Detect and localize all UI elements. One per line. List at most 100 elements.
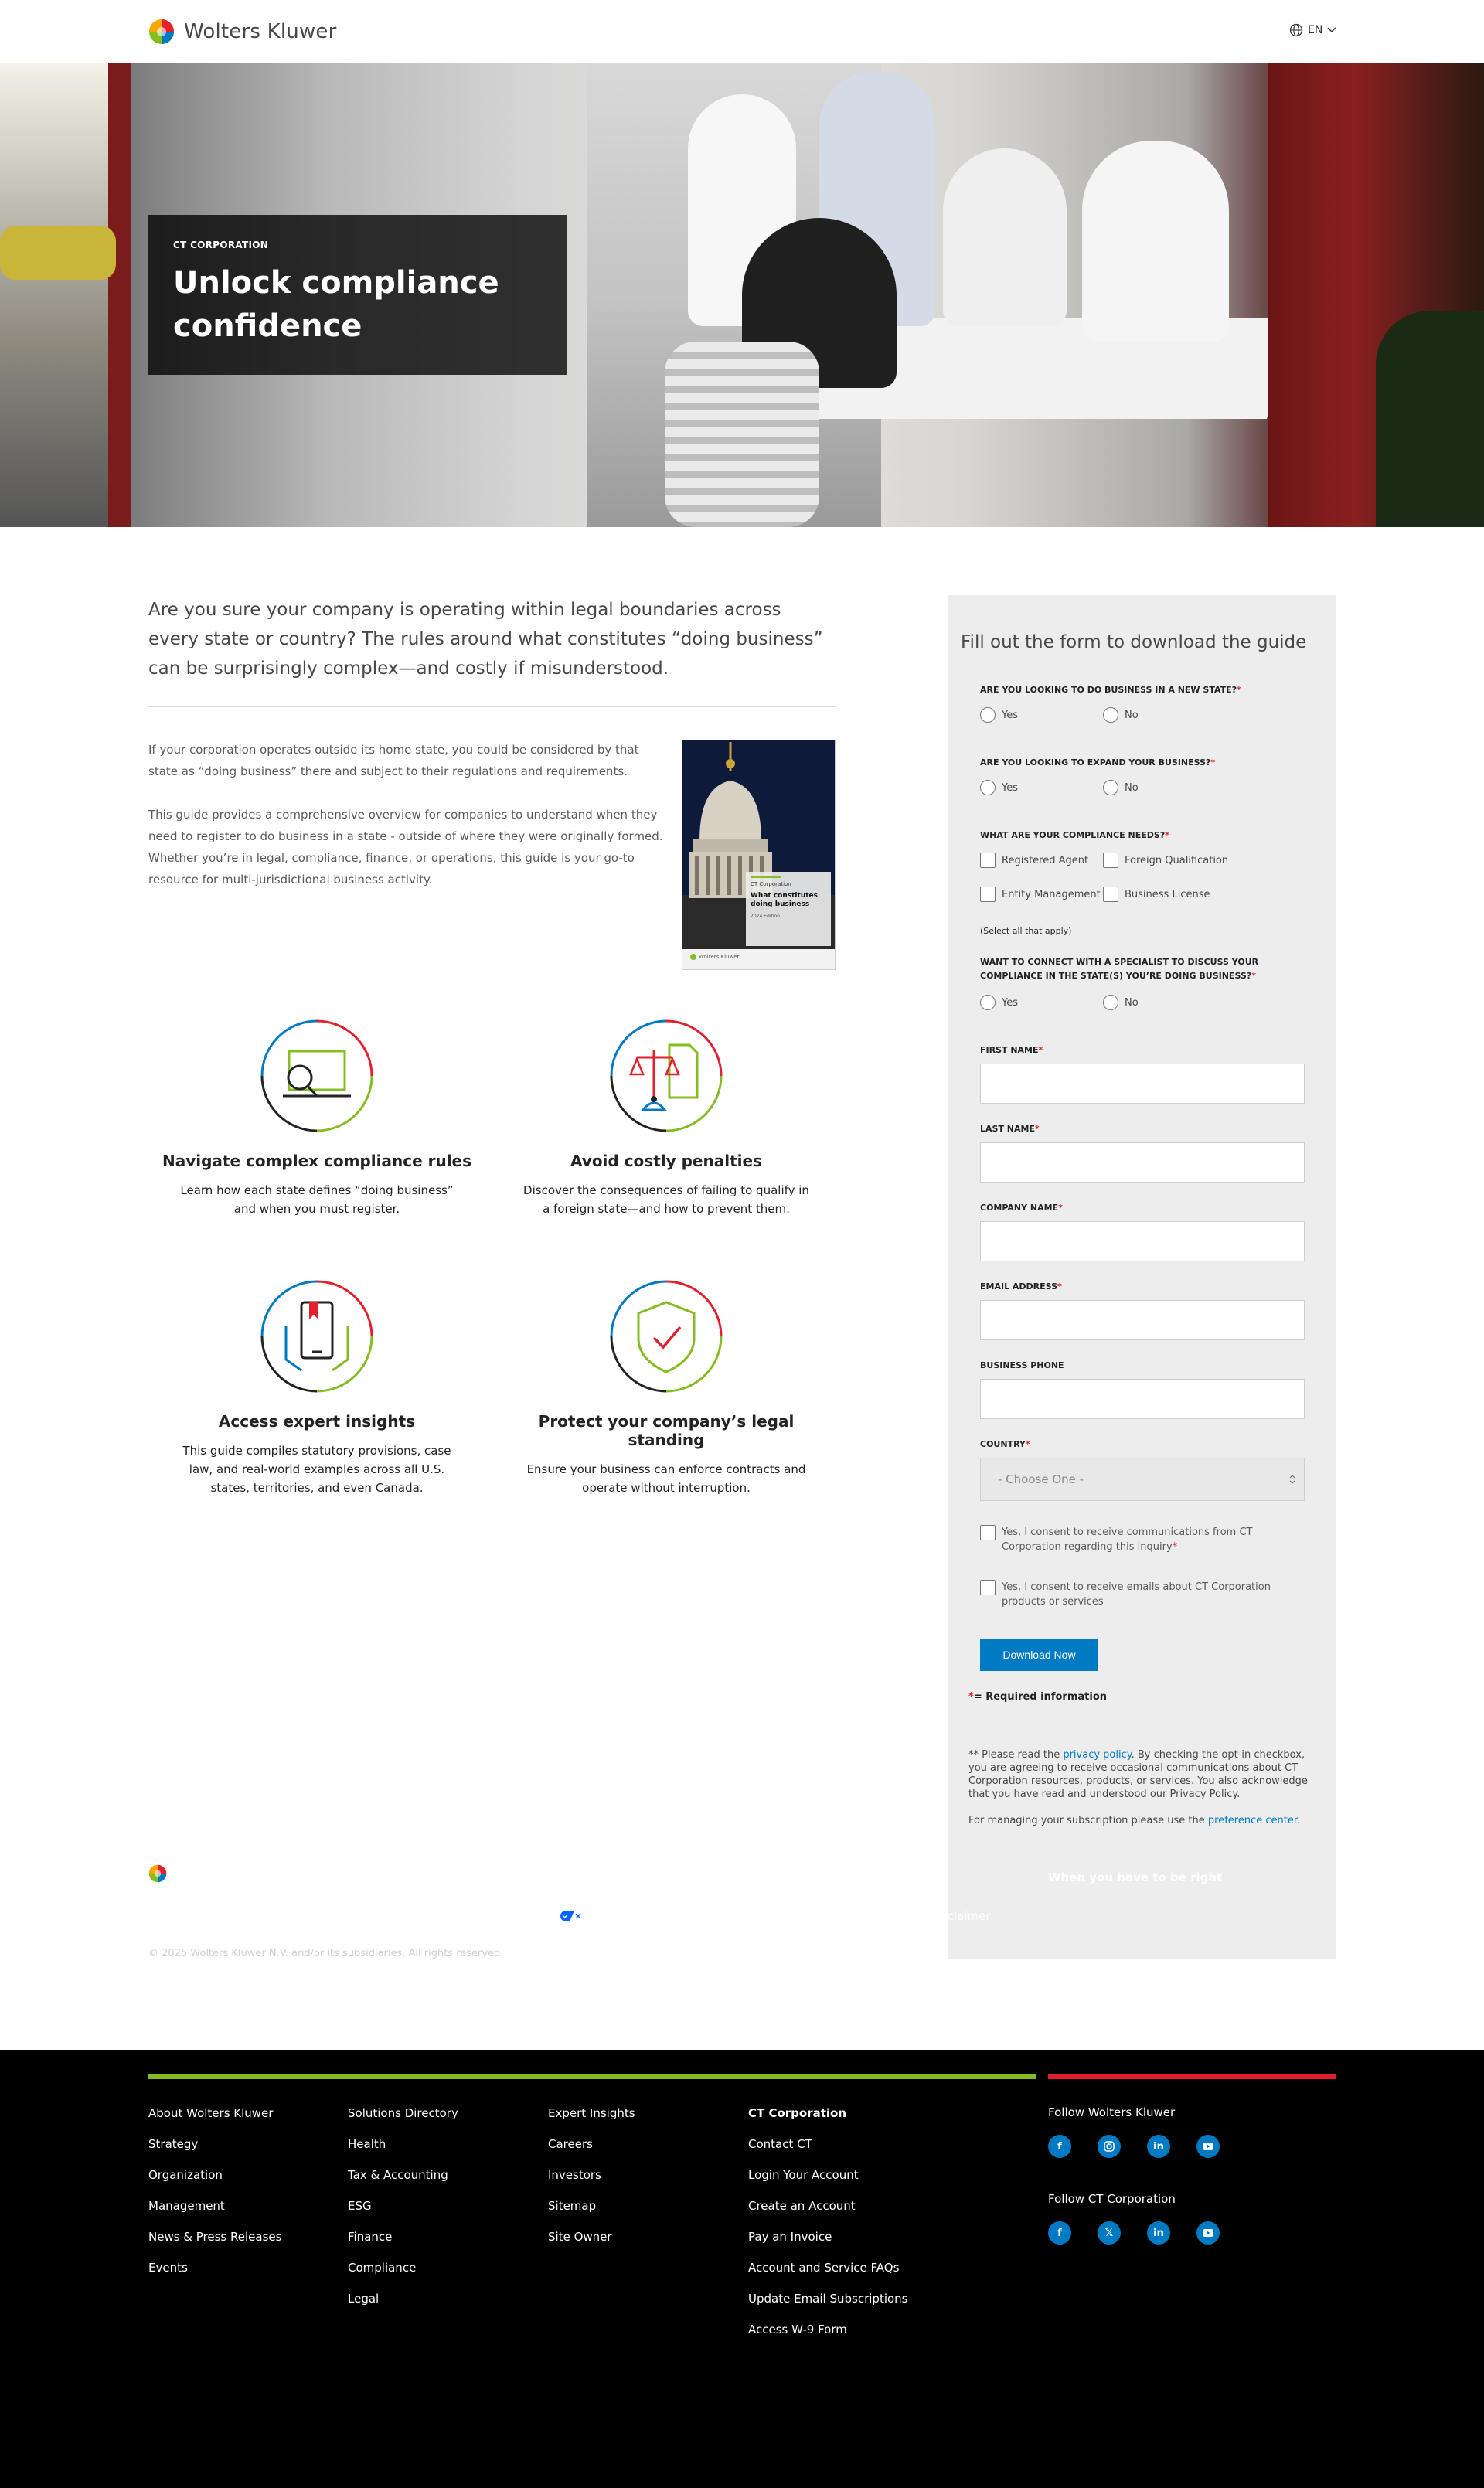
question-new-state: ARE YOU LOOKING TO DO BUSINESS IN A NEW … <box>980 683 1305 697</box>
footer-link[interactable]: Create an Account <box>748 2198 908 2214</box>
hero-eyebrow: CT CORPORATION <box>173 240 269 250</box>
consent-inquiry[interactable]: Yes, I consent to receive communications… <box>980 1525 1312 1554</box>
privacy-cookies-link[interactable]: Privacy & Cookies <box>247 1909 351 1923</box>
youtube-icon[interactable] <box>1196 2135 1220 2158</box>
checkbox-foreign-qualification[interactable]: Foreign Qualification <box>1103 853 1228 868</box>
legal-links: Terms of Use Privacy & Cookies Your Cali… <box>148 1909 991 1923</box>
checkbox-registered-agent[interactable]: Registered Agent <box>980 853 1088 868</box>
radio-new-state-no[interactable]: No <box>1103 707 1139 723</box>
footer-link[interactable]: Access W-9 Form <box>748 2322 908 2337</box>
footer-link[interactable]: Login Your Account <box>748 2167 908 2183</box>
download-now-button[interactable]: Download Now <box>980 1639 1098 1671</box>
language-selector[interactable]: EN <box>1289 23 1336 37</box>
checkbox-label: Business License <box>1125 888 1210 900</box>
last-name-label: LAST NAME* <box>980 1124 1040 1134</box>
footer-link[interactable]: Pay an Invoice <box>748 2229 908 2245</box>
checkbox[interactable] <box>980 1525 996 1540</box>
first-name-field[interactable] <box>980 1064 1305 1104</box>
radio-expand-no[interactable]: No <box>1103 780 1139 795</box>
phone-label: BUSINESS PHONE <box>980 1360 1064 1370</box>
footer-link[interactable]: About Wolters Kluwer <box>148 2105 281 2121</box>
radio-specialist-no[interactable]: No <box>1103 995 1139 1010</box>
checkbox[interactable] <box>980 887 996 902</box>
footer-link[interactable]: Organization <box>148 2167 281 2183</box>
privacy-policy-link[interactable]: privacy policy <box>1063 1749 1131 1761</box>
footer-link[interactable]: Solutions Directory <box>348 2105 458 2121</box>
checkbox[interactable] <box>980 853 996 868</box>
question-specialist: WANT TO CONNECT WITH A SPECIALIST TO DIS… <box>980 955 1305 983</box>
footer-link[interactable]: News & Press Releases <box>148 2229 281 2245</box>
footer-link[interactable]: Careers <box>548 2136 635 2152</box>
checkbox-entity-management[interactable]: Entity Management <box>980 887 1101 902</box>
company-name-label-text: COMPANY NAME <box>980 1203 1059 1213</box>
footer-link[interactable]: Finance <box>348 2229 458 2245</box>
radio-button[interactable] <box>1103 707 1118 723</box>
required-asterisk: * <box>1251 971 1256 981</box>
ct-service-descriptions-link[interactable]: CT Corporation service descriptions <box>608 1909 815 1923</box>
preference-center-link[interactable]: preference center <box>1208 1815 1297 1826</box>
email-field[interactable] <box>980 1300 1305 1340</box>
country-select[interactable]: - Choose One - <box>980 1458 1305 1501</box>
hero-photo-frame <box>108 63 131 527</box>
linkedin-icon[interactable]: in <box>1147 2221 1170 2245</box>
footer-link[interactable]: Events <box>148 2260 281 2275</box>
radio-button[interactable] <box>980 780 996 795</box>
radio-specialist-yes[interactable]: Yes <box>980 995 1018 1010</box>
hero-title-line-1: Unlock compliance <box>173 265 499 301</box>
footer-link[interactable]: Tax & Accounting <box>348 2167 458 2183</box>
body-paragraph-2: This guide provides a comprehensive over… <box>148 808 663 887</box>
guide-cover-image: CT Corporation What constitutes doing bu… <box>682 740 836 970</box>
follow-ct-title: Follow CT Corporation <box>1048 2192 1176 2206</box>
footer-link[interactable]: Account and Service FAQs <box>748 2260 908 2275</box>
question-new-state-text: ARE YOU LOOKING TO DO BUSINESS IN A NEW … <box>980 685 1237 695</box>
facebook-icon[interactable]: f <box>1048 2135 1071 2158</box>
footer-link[interactable]: Compliance <box>348 2260 458 2275</box>
california-privacy-label: Your California Privacy Choices <box>376 1909 554 1923</box>
footer-link[interactable]: Expert Insights <box>548 2105 635 2121</box>
linkedin-icon[interactable]: in <box>1147 2135 1170 2158</box>
ct-disclaimer-link[interactable]: CT Corporation disclaimer <box>839 1909 990 1923</box>
wolters-kluwer-logo[interactable]: Wolters Kluwer <box>148 19 337 45</box>
footer-link[interactable]: Legal <box>348 2291 458 2306</box>
footer-link[interactable]: Investors <box>548 2167 635 2183</box>
phone-field[interactable] <box>980 1379 1305 1419</box>
instagram-icon[interactable] <box>1098 2135 1121 2158</box>
radio-expand-yes[interactable]: Yes <box>980 780 1018 795</box>
footer-logo[interactable]: Wolters Kluwer <box>148 1864 271 1883</box>
feature-insights: Access expert insights This guide compil… <box>155 1279 479 1497</box>
checkbox[interactable] <box>1103 887 1118 902</box>
cover-title: What constitutes doing business <box>751 892 818 908</box>
footer-link[interactable]: Strategy <box>148 2136 281 2152</box>
facebook-icon[interactable]: f <box>1048 2221 1071 2245</box>
footer-link[interactable]: Contact CT <box>748 2136 908 2152</box>
radio-button[interactable] <box>1103 995 1118 1010</box>
checkbox[interactable] <box>1103 853 1118 868</box>
company-name-field[interactable] <box>980 1221 1305 1261</box>
footer-link[interactable]: Update Email Subscriptions <box>748 2291 908 2306</box>
footer-link[interactable]: Health <box>348 2136 458 2152</box>
question-specialist-text: WANT TO CONNECT WITH A SPECIALIST TO DIS… <box>980 957 1259 981</box>
terms-of-use-link[interactable]: Terms of Use <box>148 1909 223 1923</box>
youtube-icon[interactable] <box>1196 2221 1220 2245</box>
footer-link[interactable]: Site Owner <box>548 2229 635 2245</box>
cover-brand-label: CT Corporation <box>751 881 791 887</box>
radio-button[interactable] <box>1103 780 1118 795</box>
radio-new-state-yes[interactable]: Yes <box>980 707 1018 723</box>
intro-divider <box>148 706 836 707</box>
california-privacy-link[interactable]: Your California Privacy Choices <box>376 1909 584 1923</box>
footer-link[interactable]: ESG <box>348 2198 458 2214</box>
checkbox[interactable] <box>980 1580 996 1595</box>
consent-marketing[interactable]: Yes, I consent to receive emails about C… <box>980 1580 1312 1609</box>
last-name-field[interactable] <box>980 1142 1305 1183</box>
footer-column-title[interactable]: CT Corporation <box>748 2105 908 2121</box>
required-asterisk: * <box>1057 1281 1062 1292</box>
first-name-label: FIRST NAME* <box>980 1045 1043 1055</box>
radio-button[interactable] <box>980 707 996 723</box>
cover-publisher: Wolters Kluwer <box>690 954 739 960</box>
checkbox-business-license[interactable]: Business License <box>1103 887 1210 902</box>
x-icon[interactable]: 𝕏 <box>1098 2221 1121 2245</box>
footer-link[interactable]: Sitemap <box>548 2198 635 2214</box>
footer-link[interactable]: Management <box>148 2198 281 2214</box>
radio-button[interactable] <box>980 995 996 1010</box>
question-compliance-needs-text: WHAT ARE YOUR COMPLIANCE NEEDS? <box>980 830 1166 840</box>
